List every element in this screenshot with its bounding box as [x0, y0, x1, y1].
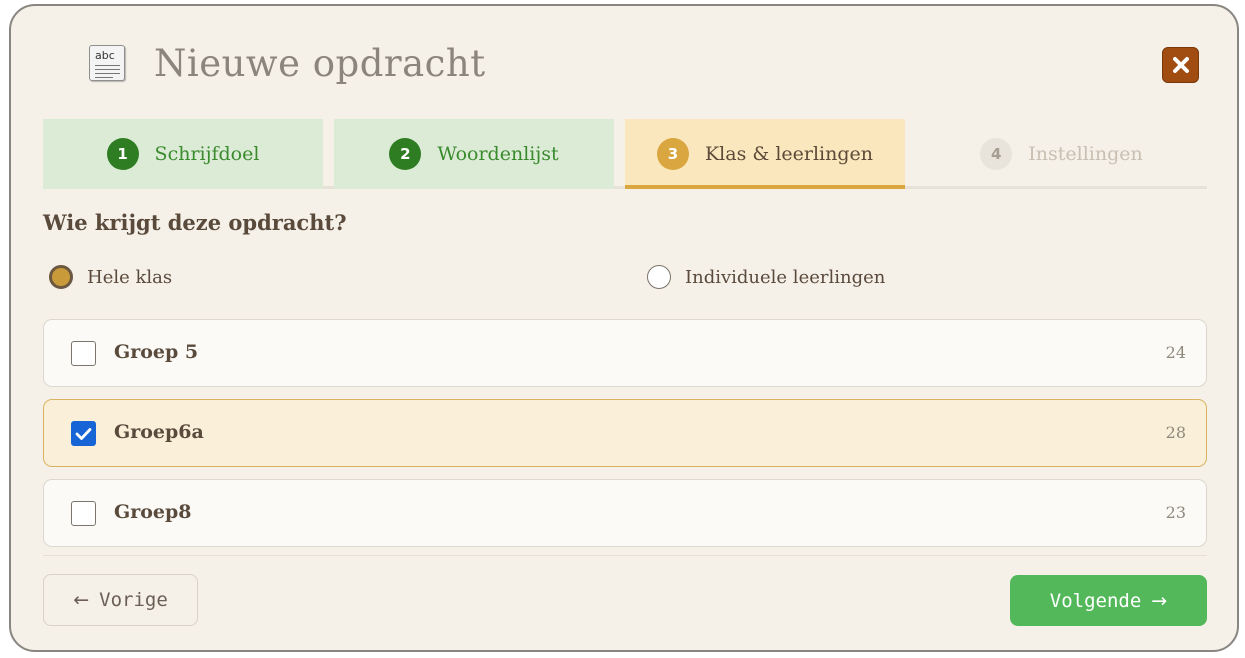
arrow-left-icon: ← [73, 589, 90, 611]
dialog-title: Nieuwe opdracht [154, 42, 486, 85]
recipient-question: Wie krijgt deze opdracht? [43, 210, 347, 235]
student-count: 28 [1165, 423, 1186, 442]
close-button[interactable] [1162, 47, 1199, 83]
step-number: 4 [980, 138, 1013, 170]
arrow-right-icon: → [1151, 589, 1168, 612]
group-row-groep8[interactable]: Groep8 23 [43, 479, 1207, 547]
step-instellingen[interactable]: 4 Instellingen [916, 119, 1207, 189]
next-label: Volgende [1049, 589, 1142, 612]
step-label: Klas & leerlingen [704, 143, 874, 165]
group-checkbox[interactable] [71, 501, 96, 526]
group-checkbox[interactable] [71, 341, 96, 366]
previous-label: Vorige [99, 589, 168, 611]
group-name: Groep 5 [114, 341, 199, 363]
group-checkbox[interactable] [71, 421, 96, 446]
radio-hele-klas[interactable]: Hele klas [49, 265, 172, 289]
student-count: 23 [1165, 503, 1186, 522]
step-woordenlijst[interactable]: 2 Woordenlijst [334, 119, 614, 189]
step-schrijfdoel[interactable]: 1 Schrijfdoel [43, 119, 323, 189]
student-count: 24 [1165, 343, 1186, 362]
radio-selected-icon[interactable] [49, 265, 73, 289]
new-assignment-dialog: abc Nieuwe opdracht 1 Schrijfdoel 2 Woor… [9, 4, 1239, 652]
step-label: Instellingen [1028, 143, 1143, 165]
step-number: 3 [656, 138, 689, 170]
radio-unselected-icon[interactable] [647, 265, 671, 289]
step-label: Schrijfdoel [154, 143, 260, 165]
radio-individuele-leerlingen[interactable]: Individuele leerlingen [647, 265, 885, 289]
step-indicator: 1 Schrijfdoel 2 Woordenlijst 3 Klas & le… [43, 119, 1207, 189]
previous-button[interactable]: ← Vorige [43, 574, 198, 626]
step-klas-leerlingen[interactable]: 3 Klas & leerlingen [625, 119, 905, 189]
step-number: 1 [106, 138, 139, 170]
active-step-bar [625, 185, 905, 189]
next-button[interactable]: Volgende → [1010, 575, 1207, 626]
group-row-groep6a[interactable]: Groep6a 28 [43, 399, 1207, 467]
group-row-groep-5[interactable]: Groep 5 24 [43, 319, 1207, 387]
footer-divider [43, 555, 1207, 556]
radio-label: Individuele leerlingen [685, 266, 886, 288]
check-icon [75, 427, 92, 440]
close-icon [1172, 57, 1189, 73]
document-abc-icon: abc [89, 45, 125, 81]
radio-label: Hele klas [87, 266, 173, 288]
group-name: Groep6a [114, 421, 204, 443]
step-label: Woordenlijst [437, 143, 559, 165]
step-number: 2 [389, 138, 422, 170]
group-name: Groep8 [114, 501, 192, 523]
